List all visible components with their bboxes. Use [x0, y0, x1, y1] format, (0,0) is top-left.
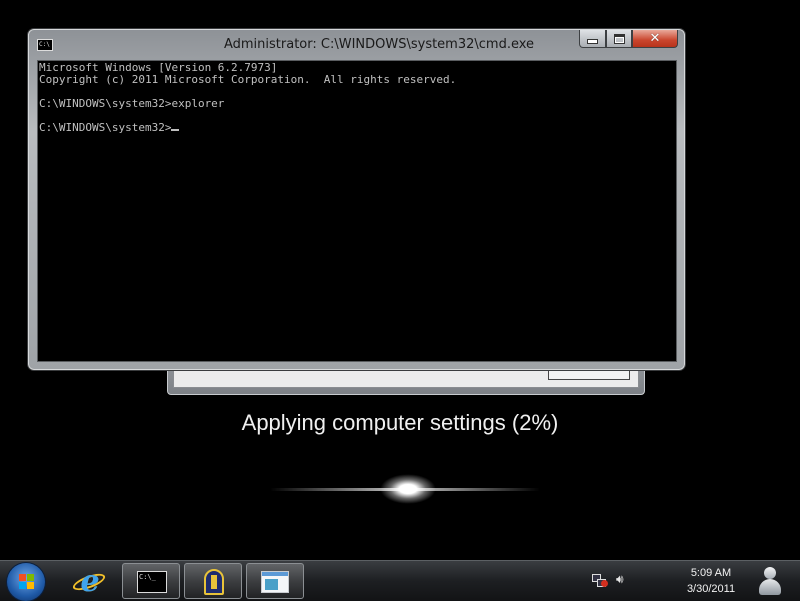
taskbar-explorer[interactable]	[184, 563, 242, 599]
clock[interactable]: 5:09 AM 3/30/2011	[674, 565, 748, 597]
console-line: C:\WINDOWS\system32>explorer	[39, 97, 225, 110]
status-message: Applying computer settings (2%)	[241, 410, 559, 435]
taskbar-cmd[interactable]: C:\_	[122, 563, 180, 599]
loading-glow-icon	[270, 470, 540, 510]
console-line: Copyright (c) 2011 Microsoft Corporation…	[39, 73, 457, 86]
window-controls: ✕	[579, 30, 678, 48]
window-title: Administrator: C:\WINDOWS\system32\cmd.e…	[223, 37, 535, 52]
taskbar-window[interactable]	[246, 563, 304, 599]
maximize-icon	[613, 33, 625, 44]
close-icon: ✕	[649, 31, 661, 46]
title-bar[interactable]: C:\ Administrator: C:\WINDOWS\system32\c…	[29, 30, 684, 60]
network-icon[interactable]	[592, 574, 608, 588]
cmd-window[interactable]: C:\ Administrator: C:\WINDOWS\system32\c…	[28, 29, 685, 370]
clock-time: 5:09 AM	[690, 567, 732, 579]
console-prompt-line[interactable]: C:\WINDOWS\system32>	[39, 122, 676, 134]
windows-logo-icon	[19, 574, 35, 590]
clock-date: 3/30/2011	[686, 583, 736, 595]
explorer-icon	[204, 569, 224, 595]
console-output[interactable]: Microsoft Windows [Version 6.2.7973] Cop…	[37, 60, 677, 362]
minimize-button[interactable]	[579, 30, 606, 48]
close-button[interactable]: ✕	[632, 30, 678, 48]
text-cursor	[171, 129, 180, 131]
internet-explorer-icon: e	[80, 564, 100, 599]
volume-icon[interactable]: 🔊︎	[616, 572, 624, 587]
user-icon[interactable]	[753, 563, 787, 599]
glow-core	[380, 474, 436, 504]
taskbar: e C:\_ 🔊︎ 5:09 AM 3/30/2011	[0, 560, 800, 601]
window-icon	[261, 571, 289, 593]
cmd-app-icon[interactable]: C:\	[37, 39, 53, 51]
cmd-icon: C:\_	[137, 571, 167, 593]
console-prompt: C:\WINDOWS\system32>	[39, 121, 172, 134]
maximize-button[interactable]	[606, 30, 632, 48]
minimize-icon	[587, 39, 598, 44]
start-button[interactable]	[7, 563, 45, 601]
taskbar-internet-explorer[interactable]: e	[60, 563, 118, 599]
